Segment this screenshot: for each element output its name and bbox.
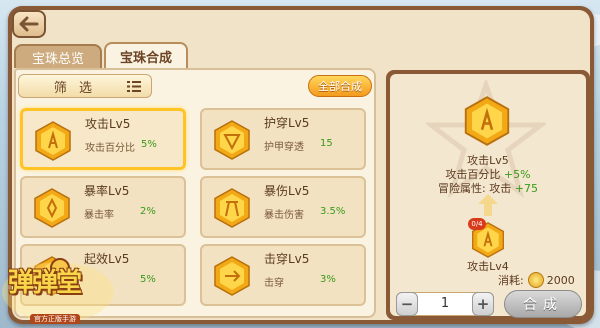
card-stat: 攻击百分比: [85, 143, 135, 154]
tab-gem-merge[interactable]: 宝珠合成: [104, 42, 188, 68]
plus-button[interactable]: +: [472, 292, 494, 316]
gem-card-attack[interactable]: 攻击Lv5 攻击百分比 5%: [20, 108, 186, 170]
adventure-label: 冒险属性: 攻击: [438, 182, 512, 195]
filter-button[interactable]: 筛 选: [18, 74, 152, 98]
merge-detail-panel: 攻击Lv5 攻击百分比 +5% 冒险属性: 攻击 +75 0/4 攻击Lv4 消…: [386, 70, 590, 320]
card-name: 击穿Lv5: [264, 252, 310, 266]
card-value: 3%: [320, 274, 336, 285]
back-arrow-icon: [19, 16, 39, 32]
quantity-stepper: − 1 +: [396, 292, 494, 316]
merge-all-button[interactable]: 全部合成: [308, 75, 372, 97]
card-stat: 护甲穿透: [264, 142, 304, 153]
arrow-up-icon: [478, 194, 498, 216]
cost-label: 消耗:: [498, 274, 524, 287]
gem-card-armor-pierce[interactable]: 护穿Lv5 护甲穿透 15: [200, 108, 366, 170]
card-value: 5%: [140, 274, 156, 285]
cost: 消耗: 2000: [498, 272, 575, 288]
armor-pierce-gem-icon: [214, 120, 250, 160]
card-value: 3.5%: [320, 206, 346, 217]
card-stat: 暴击率: [84, 210, 114, 221]
minus-button[interactable]: −: [396, 292, 418, 316]
card-name: 暴伤Lv5: [264, 184, 310, 198]
card-stat: 暴击伤害: [264, 210, 304, 221]
gem-card-crit-rate[interactable]: 暴率Lv5 暴击率 2%: [20, 176, 186, 238]
logo-subtitle: 官方正版手游: [30, 314, 80, 324]
attack-gem-icon: [35, 121, 71, 161]
source-count-badge: 0/4: [468, 218, 486, 230]
card-name: 暴率Lv5: [84, 184, 130, 198]
quantity-value[interactable]: 1: [419, 296, 471, 311]
card-value: 15: [320, 138, 333, 149]
tab-gem-overview[interactable]: 宝珠总览: [14, 44, 102, 68]
merge-button[interactable]: 合成: [504, 290, 582, 318]
cost-value: 2000: [546, 273, 575, 287]
card-stat: 击穿: [264, 278, 284, 289]
card-value: 2%: [140, 206, 156, 217]
gem-card-penetrate[interactable]: 击穿Lv5 击穿 3%: [200, 244, 366, 306]
back-button[interactable]: [12, 10, 46, 38]
card-name: 攻击Lv5: [85, 117, 131, 131]
list-icon: [127, 81, 141, 92]
adventure-value: +75: [514, 182, 538, 195]
coin-icon: [527, 272, 544, 288]
filter-label: 筛 选: [53, 80, 97, 96]
logo-title: 弹弹堂: [8, 268, 82, 298]
card-value: 5%: [141, 139, 157, 150]
crit-rate-gem-icon: [34, 188, 70, 228]
result-gem-icon: [464, 96, 510, 146]
card-name: 护穿Lv5: [264, 116, 310, 130]
penetrate-gem-icon: [214, 256, 250, 296]
crit-damage-gem-icon: [214, 188, 250, 228]
gem-card-crit-damage[interactable]: 暴伤Lv5 暴击伤害 3.5%: [200, 176, 366, 238]
